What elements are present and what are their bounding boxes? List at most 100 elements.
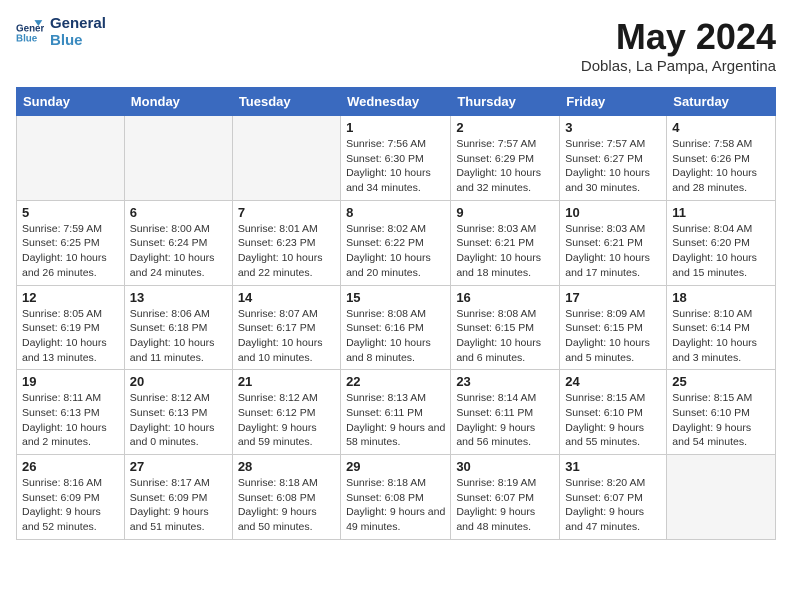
day-header-friday: Friday xyxy=(560,88,667,116)
calendar-cell: 30 Sunrise: 8:19 AM Sunset: 6:07 PM Dayli… xyxy=(451,455,560,540)
day-info: Sunrise: 8:07 AM Sunset: 6:17 PM Dayligh… xyxy=(238,307,335,366)
day-number: 11 xyxy=(672,205,770,220)
day-info: Sunrise: 8:04 AM Sunset: 6:20 PM Dayligh… xyxy=(672,222,770,281)
calendar-week-2: 5Sunrise: 7:59 AM Sunset: 6:25 PM Daylig… xyxy=(17,200,776,285)
calendar-cell: 3 Sunrise: 7:57 AM Sunset: 6:27 PM Daylig… xyxy=(560,116,667,201)
calendar-cell: 20 Sunrise: 8:12 AM Sunset: 6:13 PM Dayli… xyxy=(124,370,232,455)
day-header-wednesday: Wednesday xyxy=(341,88,451,116)
day-info: Sunrise: 8:18 AM Sunset: 6:08 PM Dayligh… xyxy=(238,476,335,535)
day-info: Sunrise: 7:57 AM Sunset: 6:27 PM Dayligh… xyxy=(565,137,661,196)
day-info: Sunrise: 8:03 AM Sunset: 6:21 PM Dayligh… xyxy=(565,222,661,281)
calendar-cell: 18Sunrise: 8:10 AM Sunset: 6:14 PM Dayli… xyxy=(667,285,776,370)
calendar-cell: 19 Sunrise: 8:11 AM Sunset: 6:13 PM Dayli… xyxy=(17,370,125,455)
calendar-cell: 17 Sunrise: 8:09 AM Sunset: 6:15 PM Dayli… xyxy=(560,285,667,370)
day-number: 29 xyxy=(346,459,445,474)
day-info: Sunrise: 8:18 AM Sunset: 6:08 PM Dayligh… xyxy=(346,476,445,535)
day-number: 7 xyxy=(238,205,335,220)
day-number: 5 xyxy=(22,205,119,220)
day-info: Sunrise: 8:01 AM Sunset: 6:23 PM Dayligh… xyxy=(238,222,335,281)
day-info: Sunrise: 8:15 AM Sunset: 6:10 PM Dayligh… xyxy=(565,391,661,450)
calendar-cell: 2 Sunrise: 7:57 AM Sunset: 6:29 PM Daylig… xyxy=(451,116,560,201)
day-header-tuesday: Tuesday xyxy=(232,88,340,116)
day-info: Sunrise: 8:13 AM Sunset: 6:11 PM Dayligh… xyxy=(346,391,445,450)
page-header: General Blue General Blue May 2024 Dobla… xyxy=(16,16,776,75)
day-info: Sunrise: 8:17 AM Sunset: 6:09 PM Dayligh… xyxy=(130,476,227,535)
calendar-cell: 11 Sunrise: 8:04 AM Sunset: 6:20 PM Dayli… xyxy=(667,200,776,285)
calendar-cell: 13 Sunrise: 8:06 AM Sunset: 6:18 PM Dayli… xyxy=(124,285,232,370)
day-info: Sunrise: 8:09 AM Sunset: 6:15 PM Dayligh… xyxy=(565,307,661,366)
day-number: 24 xyxy=(565,374,661,389)
day-number: 12 xyxy=(22,290,119,305)
day-number: 31 xyxy=(565,459,661,474)
day-number: 8 xyxy=(346,205,445,220)
calendar-cell: 5Sunrise: 7:59 AM Sunset: 6:25 PM Daylig… xyxy=(17,200,125,285)
day-header-monday: Monday xyxy=(124,88,232,116)
day-number: 20 xyxy=(130,374,227,389)
calendar-cell: 21 Sunrise: 8:12 AM Sunset: 6:12 PM Dayli… xyxy=(232,370,340,455)
calendar-cell: 29 Sunrise: 8:18 AM Sunset: 6:08 PM Dayli… xyxy=(341,455,451,540)
day-info: Sunrise: 8:08 AM Sunset: 6:15 PM Dayligh… xyxy=(456,307,554,366)
day-number: 22 xyxy=(346,374,445,389)
day-info: Sunrise: 8:02 AM Sunset: 6:22 PM Dayligh… xyxy=(346,222,445,281)
location-subtitle: Doblas, La Pampa, Argentina xyxy=(581,58,776,75)
day-info: Sunrise: 8:20 AM Sunset: 6:07 PM Dayligh… xyxy=(565,476,661,535)
day-number: 2 xyxy=(456,120,554,135)
day-info: Sunrise: 7:57 AM Sunset: 6:29 PM Dayligh… xyxy=(456,137,554,196)
calendar-table: SundayMondayTuesdayWednesdayThursdayFrid… xyxy=(16,87,776,540)
day-info: Sunrise: 8:12 AM Sunset: 6:13 PM Dayligh… xyxy=(130,391,227,450)
day-header-thursday: Thursday xyxy=(451,88,560,116)
calendar-cell: 27 Sunrise: 8:17 AM Sunset: 6:09 PM Dayli… xyxy=(124,455,232,540)
svg-text:Blue: Blue xyxy=(16,33,38,44)
day-info: Sunrise: 8:06 AM Sunset: 6:18 PM Dayligh… xyxy=(130,307,227,366)
day-number: 16 xyxy=(456,290,554,305)
header-row: SundayMondayTuesdayWednesdayThursdayFrid… xyxy=(17,88,776,116)
day-number: 13 xyxy=(130,290,227,305)
day-number: 15 xyxy=(346,290,445,305)
day-info: Sunrise: 7:58 AM Sunset: 6:26 PM Dayligh… xyxy=(672,137,770,196)
day-number: 27 xyxy=(130,459,227,474)
calendar-cell xyxy=(667,455,776,540)
day-info: Sunrise: 7:56 AM Sunset: 6:30 PM Dayligh… xyxy=(346,137,445,196)
day-info: Sunrise: 8:00 AM Sunset: 6:24 PM Dayligh… xyxy=(130,222,227,281)
day-info: Sunrise: 8:15 AM Sunset: 6:10 PM Dayligh… xyxy=(672,391,770,450)
calendar-cell: 25 Sunrise: 8:15 AM Sunset: 6:10 PM Dayli… xyxy=(667,370,776,455)
day-info: Sunrise: 8:11 AM Sunset: 6:13 PM Dayligh… xyxy=(22,391,119,450)
day-info: Sunrise: 8:10 AM Sunset: 6:14 PM Dayligh… xyxy=(672,307,770,366)
day-header-sunday: Sunday xyxy=(17,88,125,116)
logo-line1: General xyxy=(50,16,106,33)
day-number: 3 xyxy=(565,120,661,135)
calendar-cell: 7 Sunrise: 8:01 AM Sunset: 6:23 PM Daylig… xyxy=(232,200,340,285)
day-number: 4 xyxy=(672,120,770,135)
calendar-cell: 16 Sunrise: 8:08 AM Sunset: 6:15 PM Dayli… xyxy=(451,285,560,370)
calendar-cell xyxy=(232,116,340,201)
day-number: 28 xyxy=(238,459,335,474)
calendar-cell: 23 Sunrise: 8:14 AM Sunset: 6:11 PM Dayli… xyxy=(451,370,560,455)
title-block: May 2024 Doblas, La Pampa, Argentina xyxy=(581,16,776,75)
day-number: 23 xyxy=(456,374,554,389)
calendar-cell: 6Sunrise: 8:00 AM Sunset: 6:24 PM Daylig… xyxy=(124,200,232,285)
calendar-cell: 12Sunrise: 8:05 AM Sunset: 6:19 PM Dayli… xyxy=(17,285,125,370)
logo-icon: General Blue xyxy=(16,19,44,47)
day-number: 30 xyxy=(456,459,554,474)
day-number: 17 xyxy=(565,290,661,305)
day-number: 21 xyxy=(238,374,335,389)
calendar-week-1: 1 Sunrise: 7:56 AM Sunset: 6:30 PM Daylig… xyxy=(17,116,776,201)
calendar-cell: 15Sunrise: 8:08 AM Sunset: 6:16 PM Dayli… xyxy=(341,285,451,370)
day-info: Sunrise: 8:14 AM Sunset: 6:11 PM Dayligh… xyxy=(456,391,554,450)
day-info: Sunrise: 8:03 AM Sunset: 6:21 PM Dayligh… xyxy=(456,222,554,281)
calendar-cell: 4 Sunrise: 7:58 AM Sunset: 6:26 PM Daylig… xyxy=(667,116,776,201)
day-info: Sunrise: 8:12 AM Sunset: 6:12 PM Dayligh… xyxy=(238,391,335,450)
calendar-cell xyxy=(124,116,232,201)
logo-line2: Blue xyxy=(50,33,106,50)
calendar-cell: 14 Sunrise: 8:07 AM Sunset: 6:17 PM Dayli… xyxy=(232,285,340,370)
day-info: Sunrise: 8:19 AM Sunset: 6:07 PM Dayligh… xyxy=(456,476,554,535)
calendar-cell: 31 Sunrise: 8:20 AM Sunset: 6:07 PM Dayli… xyxy=(560,455,667,540)
day-number: 19 xyxy=(22,374,119,389)
day-number: 26 xyxy=(22,459,119,474)
day-number: 14 xyxy=(238,290,335,305)
day-number: 1 xyxy=(346,120,445,135)
day-info: Sunrise: 8:16 AM Sunset: 6:09 PM Dayligh… xyxy=(22,476,119,535)
day-number: 25 xyxy=(672,374,770,389)
calendar-cell: 10Sunrise: 8:03 AM Sunset: 6:21 PM Dayli… xyxy=(560,200,667,285)
calendar-cell: 22 Sunrise: 8:13 AM Sunset: 6:11 PM Dayli… xyxy=(341,370,451,455)
